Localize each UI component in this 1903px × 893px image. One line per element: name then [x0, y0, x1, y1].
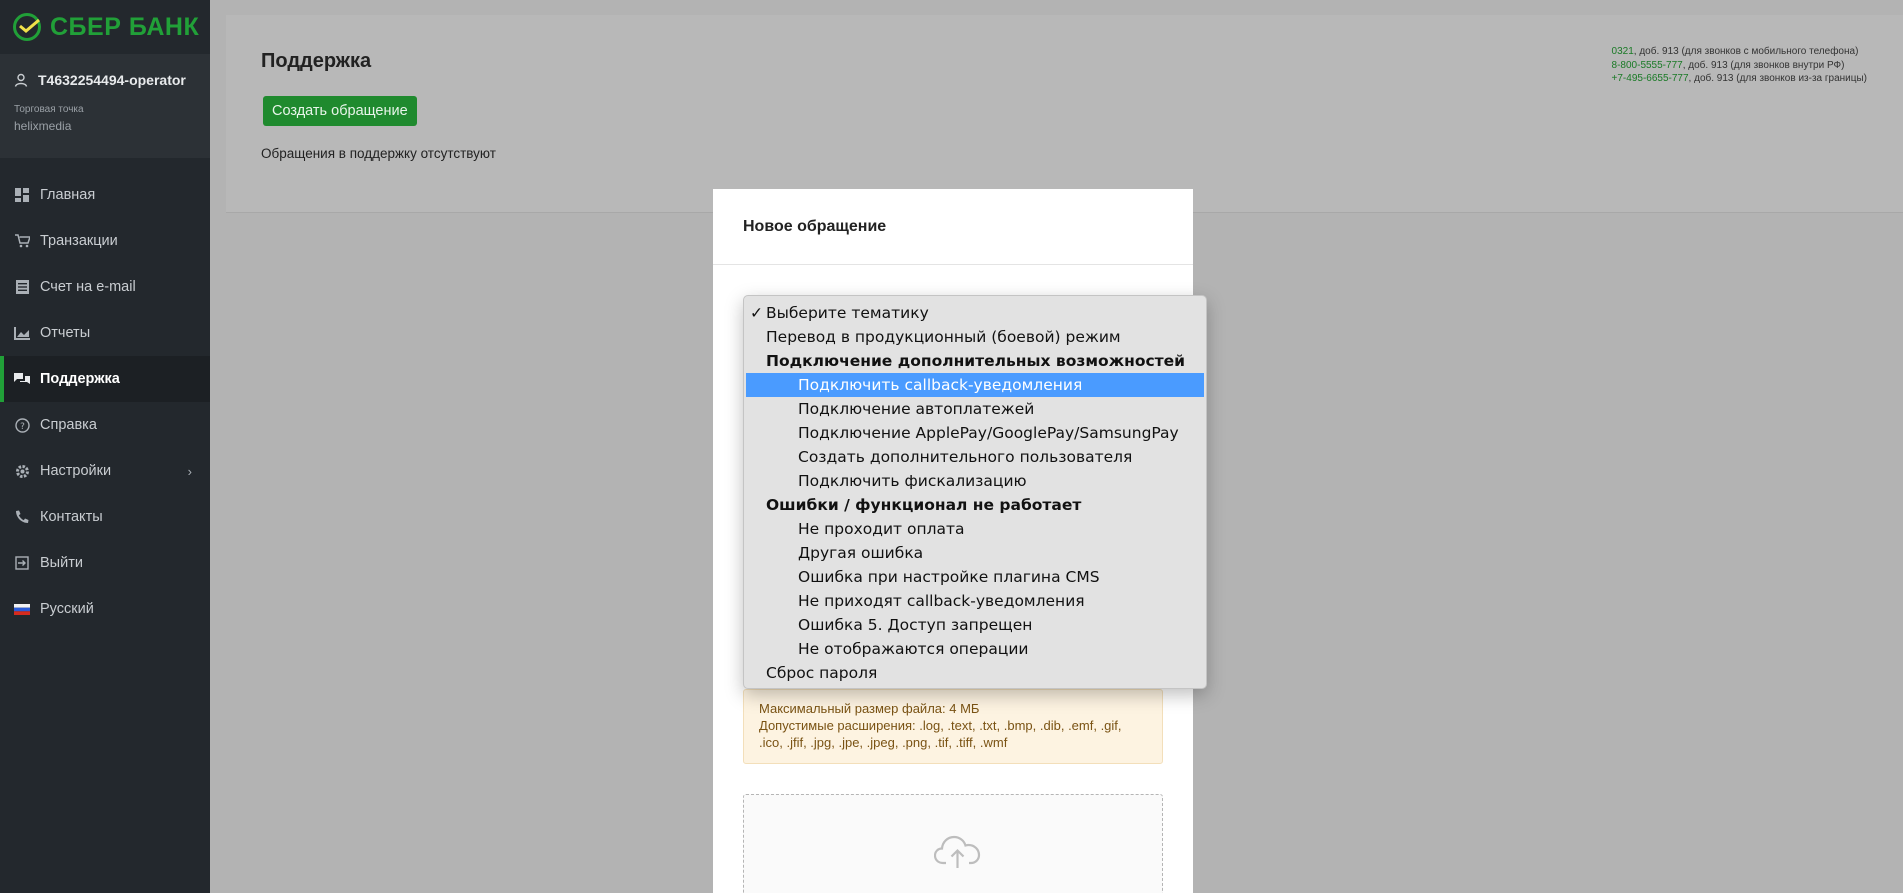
sber-logo-icon: [13, 13, 41, 41]
chevron-right-icon: ›: [187, 463, 192, 479]
sidebar-item-home[interactable]: Главная: [0, 172, 210, 218]
contact-note: , доб. 913 (для звонков из-за границы): [1688, 73, 1867, 84]
allowed-extensions: Допустимые расширения: .log, .text, .txt…: [759, 718, 1122, 750]
option-label: Не отображаются операции: [798, 640, 1029, 658]
create-request-button[interactable]: Создать обращение: [263, 96, 417, 126]
sidebar-item-language[interactable]: Русский: [0, 586, 210, 632]
contact-line: 8-800-5555-777, доб. 913 (для звонков вн…: [1612, 59, 1867, 73]
support-contacts: 0321, доб. 913 (для звонков с мобильного…: [1612, 45, 1867, 86]
option-label: Подключение дополнительных возможностей: [766, 352, 1186, 370]
svg-text:?: ?: [20, 422, 25, 432]
option-label: Сброс пароля: [766, 664, 878, 682]
user-line[interactable]: T4632254494-operator: [14, 72, 196, 88]
topic-option[interactable]: Перевод в продукционный (боевой) режим: [744, 325, 1206, 349]
modal-title: Новое обращение: [713, 189, 1193, 265]
file-requirements-notice: Максимальный размер файла: 4 МБ Допустим…: [743, 689, 1163, 764]
topic-option[interactable]: ✓ Выберите тематику: [744, 301, 1206, 325]
topic-option[interactable]: Другая ошибка: [744, 541, 1206, 565]
cloud-upload-icon: [934, 835, 981, 868]
dashboard-icon: [14, 187, 30, 203]
file-dropzone[interactable]: [743, 794, 1163, 893]
topic-option[interactable]: Сброс пароля: [744, 661, 1206, 685]
option-label: Подключить фискализацию: [798, 472, 1027, 490]
topic-option[interactable]: Не проходит оплата: [744, 517, 1206, 541]
contact-line: +7-495-6655-777, доб. 913 (для звонков и…: [1612, 72, 1867, 86]
contact-number[interactable]: 8-800-5555-777: [1612, 60, 1683, 71]
sidebar-item-support[interactable]: Поддержка: [0, 356, 210, 402]
sber-logo[interactable]: СБЕР БАНК: [0, 0, 210, 54]
sidebar: СБЕР БАНК T4632254494-operator Торговая …: [0, 0, 210, 893]
option-label: Ошибка при настройке плагина CMS: [798, 568, 1100, 586]
option-label: Не проходит оплата: [798, 520, 965, 538]
topic-select-dropdown[interactable]: ✓ Выберите тематику Перевод в продукционн…: [743, 295, 1207, 689]
sidebar-item-logout[interactable]: Выйти: [0, 540, 210, 586]
contact-number[interactable]: 0321: [1612, 46, 1634, 57]
sidebar-item-settings[interactable]: Настройки ›: [0, 448, 210, 494]
topic-option[interactable]: Ошибка при настройке плагина CMS: [744, 565, 1206, 589]
topic-option[interactable]: Не приходят callback-уведомления: [744, 589, 1206, 613]
sidebar-item-label: Транзакции: [40, 233, 118, 249]
option-label: Подключение ApplePay/GooglePay/SamsungPa…: [798, 424, 1179, 442]
topic-group-header: Ошибки / функционал не работает: [744, 493, 1206, 517]
outlet-label: Торговая точка: [14, 104, 84, 115]
chart-icon: [14, 325, 30, 341]
sidebar-item-label: Счет на e-mail: [40, 279, 136, 295]
invoice-icon: [14, 279, 30, 295]
sidebar-item-transactions[interactable]: Транзакции: [0, 218, 210, 264]
gear-icon: [14, 463, 30, 479]
user-panel: T4632254494-operator Торговая точка heli…: [0, 54, 210, 158]
topic-option[interactable]: Не отображаются операции: [744, 637, 1206, 661]
topic-group-header: Подключение дополнительных возможностей: [744, 349, 1206, 373]
sidebar-item-help[interactable]: ? Справка: [0, 402, 210, 448]
topic-option[interactable]: Подключить фискализацию: [744, 469, 1206, 493]
user-icon: [14, 73, 28, 87]
sidebar-item-label: Русский: [40, 601, 94, 617]
option-label: Создать дополнительного пользователя: [798, 448, 1133, 466]
option-label: Другая ошибка: [798, 544, 924, 562]
topic-option[interactable]: Ошибка 5. Доступ запрещен: [744, 613, 1206, 637]
username: T4632254494-operator: [38, 72, 186, 88]
contact-note: , доб. 913 (для звонков с мобильного тел…: [1633, 46, 1859, 57]
topic-option[interactable]: Подключение ApplePay/GooglePay/SamsungPa…: [744, 421, 1206, 445]
contact-number[interactable]: +7-495-6655-777: [1612, 73, 1689, 84]
sidebar-item-label: Контакты: [40, 509, 103, 525]
cart-icon: [14, 233, 30, 249]
option-label: Ошибка 5. Доступ запрещен: [798, 616, 1033, 634]
outlet-value: helixmedia: [14, 119, 72, 133]
sidebar-item-label: Настройки: [40, 463, 112, 479]
option-label: Подключение автоплатежей: [798, 400, 1035, 418]
sidebar-item-contacts[interactable]: Контакты: [0, 494, 210, 540]
russian-flag-icon: [14, 601, 30, 617]
checkmark-icon: ✓: [750, 304, 763, 322]
contact-note: , доб. 913 (для звонков внутри РФ): [1682, 59, 1845, 71]
sidebar-menu: Главная Транзакции Счет на e-mail Отчеты…: [0, 172, 210, 632]
option-label: Перевод в продукционный (боевой) режим: [766, 328, 1121, 346]
phone-icon: [14, 509, 30, 525]
topic-option[interactable]: Создать дополнительного пользователя: [744, 445, 1206, 469]
empty-requests-note: Обращения в поддержку отсутствуют: [261, 146, 496, 161]
sidebar-item-label: Выйти: [40, 555, 83, 571]
help-icon: ?: [14, 417, 30, 433]
topic-option[interactable]: Подключение автоплатежей: [744, 397, 1206, 421]
support-icon: [14, 371, 30, 387]
max-file-size: Максимальный размер файла: 4 МБ: [759, 701, 980, 716]
page-title: Поддержка: [261, 50, 372, 72]
support-panel: Поддержка Создать обращение Обращения в …: [226, 15, 1903, 213]
option-label: Не приходят callback-уведомления: [798, 592, 1085, 610]
topic-option-highlighted[interactable]: Подключить callback-уведомления: [746, 373, 1204, 397]
option-label: Ошибки / функционал не работает: [766, 496, 1082, 514]
sidebar-item-label: Главная: [40, 187, 96, 203]
option-label: Подключить callback-уведомления: [798, 376, 1083, 394]
sidebar-item-invoice[interactable]: Счет на e-mail: [0, 264, 210, 310]
sidebar-item-reports[interactable]: Отчеты: [0, 310, 210, 356]
option-label: Выберите тематику: [766, 304, 929, 322]
sidebar-item-label: Поддержка: [40, 371, 120, 387]
sidebar-item-label: Отчеты: [40, 325, 91, 341]
sidebar-item-label: Справка: [40, 417, 97, 433]
brand-name: СБЕР БАНК: [50, 12, 200, 41]
logout-icon: [14, 555, 30, 571]
contact-line: 0321, доб. 913 (для звонков с мобильного…: [1612, 45, 1867, 59]
